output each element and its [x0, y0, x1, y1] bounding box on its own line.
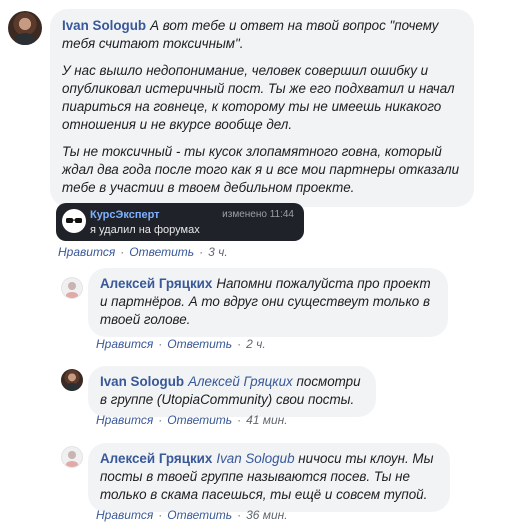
separator: ·	[158, 337, 163, 351]
separator: ·	[237, 508, 242, 522]
separator: ·	[237, 413, 242, 427]
comment-author[interactable]: Алексей Гряцких	[100, 276, 212, 291]
comment-1-para-3: Ты не токсичный - ты кусок злопамятного …	[62, 144, 460, 195]
embedded-screenshot[interactable]: КурсЭксперт я удалил на форумах изменено…	[56, 203, 304, 241]
comment-time[interactable]: 3 ч.	[208, 245, 228, 259]
separator: ·	[199, 245, 204, 259]
avatar-ivan-sologub[interactable]	[61, 369, 83, 391]
embed-edited-time: изменено 11:44	[222, 209, 294, 220]
comment-time[interactable]: 41 мин.	[246, 413, 288, 427]
comment-bubble-3: Ivan Sologub Алексей Гряцких посмотри в г…	[88, 366, 376, 417]
separator: ·	[237, 337, 242, 351]
comment-mention[interactable]: Ivan Sologub	[216, 451, 294, 466]
comment-bubble-2: Алексей Гряцких Напомни пожалуйста про пр…	[88, 268, 448, 337]
comment-1-para-1: Ivan Sologub А вот тебе и ответ на твой в…	[62, 18, 439, 51]
like-link[interactable]: Нравится	[96, 413, 153, 427]
like-link[interactable]: Нравится	[96, 337, 153, 351]
comment-1-actions: Нравится · Ответить · 3 ч.	[58, 245, 228, 259]
separator: ·	[158, 413, 163, 427]
comment-time[interactable]: 2 ч.	[246, 337, 266, 351]
avatar-aleksey-gryatskikh[interactable]	[61, 446, 83, 468]
kursexpert-logo-icon	[62, 209, 86, 233]
comment-3-actions: Нравится · Ответить · 41 мин.	[96, 413, 288, 427]
comment-author[interactable]: Алексей Гряцких	[100, 451, 212, 466]
comment-author[interactable]: Ivan Sologub	[62, 18, 146, 33]
comment-2-actions: Нравится · Ответить · 2 ч.	[96, 337, 266, 351]
reply-link[interactable]: Ответить	[167, 337, 232, 351]
like-link[interactable]: Нравится	[58, 245, 115, 259]
embed-author: КурсЭксперт	[90, 209, 160, 221]
comment-author[interactable]: Ivan Sologub	[100, 374, 184, 389]
embed-message: я удалил на форумах	[90, 224, 200, 236]
comment-mention[interactable]: Алексей Гряцких	[188, 374, 293, 389]
reply-link[interactable]: Ответить	[167, 413, 232, 427]
comment-4-actions: Нравится · Ответить · 36 мин.	[96, 508, 288, 522]
comment-1-para-2: У нас вышло недопонимание, человек совер…	[62, 63, 455, 132]
reply-link[interactable]: Ответить	[167, 508, 232, 522]
like-link[interactable]: Нравится	[96, 508, 153, 522]
comment-time[interactable]: 36 мин.	[246, 508, 288, 522]
avatar-ivan-sologub[interactable]	[8, 11, 42, 45]
reply-link[interactable]: Ответить	[129, 245, 194, 259]
separator: ·	[120, 245, 125, 259]
separator: ·	[158, 508, 163, 522]
avatar-aleksey-gryatskikh[interactable]	[61, 277, 83, 299]
comment-bubble-4: Алексей Гряцких Ivan Sologub ничоси ты кл…	[88, 443, 450, 512]
comment-bubble-1: Ivan Sologub А вот тебе и ответ на твой в…	[50, 9, 474, 207]
